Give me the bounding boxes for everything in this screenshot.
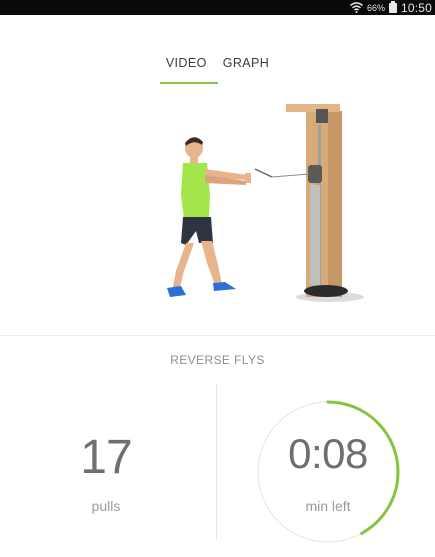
person-neck (190, 155, 198, 163)
person-shorts (181, 217, 213, 245)
workout-screen: 66% 10:50 VIDEO GRAPH REVERSE FLYS 17 pu… (0, 0, 435, 557)
person-leg-left (172, 243, 194, 291)
clock: 10:50 (400, 0, 432, 15)
machine-pulley (308, 165, 322, 183)
wifi-icon (349, 2, 363, 13)
person-shoe-left (167, 286, 186, 297)
machine-pulley-top (316, 109, 328, 123)
status-bar: 66% 10:50 (0, 0, 435, 15)
cable (271, 173, 310, 178)
tab-indicator (160, 82, 218, 84)
tab-video[interactable]: VIDEO (159, 48, 214, 84)
machine-base (304, 285, 348, 297)
view-tabs: VIDEO GRAPH (0, 48, 435, 84)
battery-percent: 66% (366, 2, 385, 13)
battery-icon (388, 0, 397, 13)
exercise-illustration (167, 104, 364, 302)
exercise-name: REVERSE FLYS (170, 353, 265, 367)
person-shoe-right (213, 282, 236, 291)
status-bar-right: 66% 10:50 (349, 0, 432, 15)
time-remaining: 0:08 (288, 430, 368, 477)
pulls-label: pulls (91, 498, 121, 514)
pulls-count: 17 (80, 431, 132, 484)
stats-divider (216, 383, 217, 540)
machine-tower-side (328, 111, 342, 297)
time-label: min left (305, 498, 351, 514)
person-leg-right (201, 241, 222, 285)
cable-handle (254, 168, 273, 178)
tab-graph[interactable]: GRAPH (216, 48, 276, 84)
person-hands (245, 173, 251, 183)
machine-weights (310, 185, 320, 285)
exercise-video[interactable] (0, 95, 435, 336)
machine-top-bar (286, 104, 340, 112)
